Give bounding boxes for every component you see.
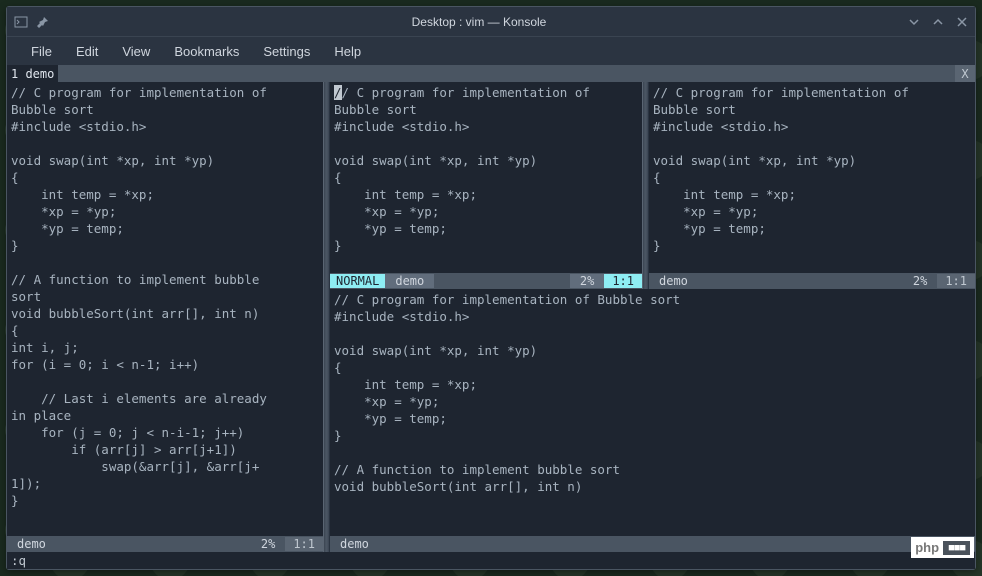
status-bottom: demo 2% 1:1: [330, 536, 975, 552]
watermark-cn: ■■■: [943, 541, 970, 555]
menu-view[interactable]: View: [110, 40, 162, 63]
status-pos: 1:1: [937, 274, 975, 288]
status-pct: 2%: [903, 274, 937, 288]
status-pct: 2%: [570, 274, 604, 288]
at-marker: @: [334, 272, 342, 273]
menu-settings[interactable]: Settings: [251, 40, 322, 63]
right-stack: // C program for implementation of Bubbl…: [330, 82, 975, 552]
terminal-area: 1 demo X // C program for implementation…: [7, 65, 975, 569]
minimize-button[interactable]: [907, 15, 921, 29]
menu-bookmarks[interactable]: Bookmarks: [162, 40, 251, 63]
maximize-button[interactable]: [931, 15, 945, 29]
status-file: demo: [649, 274, 698, 288]
code-right-top[interactable]: // C program for implementation of Bubbl…: [649, 82, 975, 273]
watermark-badge: php ■■■: [911, 537, 974, 558]
menu-file[interactable]: File: [19, 40, 64, 63]
vim-command-line[interactable]: :q: [7, 552, 975, 569]
status-right-top: demo 2% 1:1: [649, 273, 975, 289]
pane-left: // C program for implementation of Bubbl…: [7, 82, 323, 552]
window-controls: [907, 15, 969, 29]
cursor: /: [334, 85, 342, 100]
title-bar[interactable]: Desktop : vim — Konsole: [7, 7, 975, 37]
status-mid-top: NORMAL demo 2% 1:1: [330, 273, 642, 289]
code-bottom[interactable]: // C program for implementation of Bubbl…: [330, 289, 975, 536]
status-pos: 1:1: [285, 537, 323, 551]
vim-tab-bar: 1 demo X: [7, 65, 975, 82]
status-file: demo: [385, 274, 434, 288]
right-top-row: // C program for implementation of Bubbl…: [330, 82, 975, 289]
pin-icon[interactable]: [35, 14, 51, 30]
code-left[interactable]: // C program for implementation of Bubbl…: [7, 82, 323, 536]
window-title: Desktop : vim — Konsole: [51, 15, 907, 29]
tab-filler: [58, 65, 955, 82]
menu-bar: File Edit View Bookmarks Settings Help: [7, 37, 975, 65]
menu-edit[interactable]: Edit: [64, 40, 110, 63]
at-marker: @: [653, 272, 661, 273]
status-left: demo 2% 1:1: [7, 536, 323, 552]
pane-bottom-wide: // C program for implementation of Bubbl…: [330, 289, 975, 552]
pane-mid-top: // C program for implementation of Bubbl…: [330, 82, 642, 289]
close-button[interactable]: [955, 15, 969, 29]
status-pos: 1:1: [604, 274, 642, 288]
watermark-php: php: [915, 540, 939, 555]
vim-tab-active[interactable]: 1 demo: [7, 65, 58, 82]
code-mid-top[interactable]: // C program for implementation of Bubbl…: [330, 82, 642, 273]
vim-tab-close[interactable]: X: [955, 65, 975, 82]
pane-right-top: // C program for implementation of Bubbl…: [649, 82, 975, 289]
editor-area: // C program for implementation of Bubbl…: [7, 82, 975, 552]
status-mode: NORMAL: [330, 274, 385, 288]
status-file: demo: [7, 537, 56, 551]
status-pct: 2%: [251, 537, 285, 551]
vertical-split[interactable]: [323, 82, 330, 552]
title-bar-left: [13, 14, 51, 30]
status-file: demo: [330, 537, 379, 551]
terminal-app-icon: [13, 14, 29, 30]
konsole-window: Desktop : vim — Konsole File Edit View B…: [6, 6, 976, 570]
menu-help[interactable]: Help: [322, 40, 373, 63]
vertical-split[interactable]: [642, 82, 649, 289]
